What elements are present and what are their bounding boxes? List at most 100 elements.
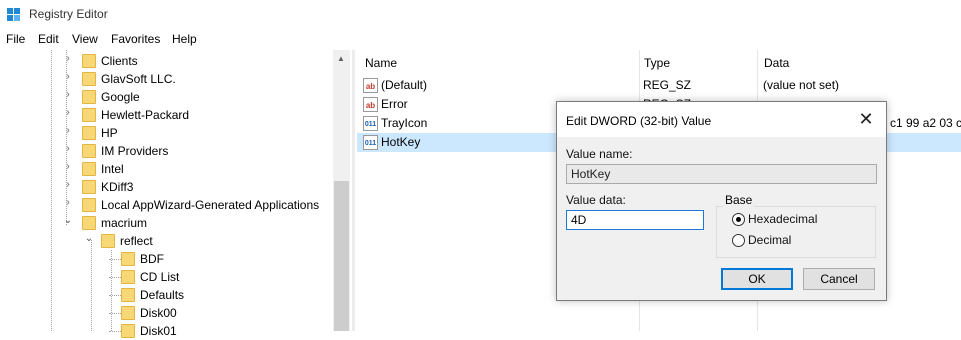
value-name: HotKey	[381, 135, 421, 149]
tree-item-label: KDiff3	[101, 180, 134, 194]
folder-icon	[121, 324, 135, 338]
decimal-radio[interactable]	[732, 234, 745, 247]
folder-icon	[82, 54, 96, 68]
tree-item-disk00[interactable]: Disk00	[0, 304, 333, 322]
value-name: (Default)	[381, 78, 428, 92]
tree-item-hewlett-packard[interactable]: › Hewlett-Packard	[0, 106, 333, 124]
registry-editor-icon	[7, 8, 23, 24]
tree-item-label: Intel	[101, 162, 124, 176]
chevron-right-icon[interactable]: ›	[63, 179, 73, 190]
tree-item-label: BDF	[140, 252, 164, 266]
folder-icon	[121, 252, 135, 266]
dialog-title-bar: Edit DWORD (32-bit) Value ✕	[557, 102, 886, 137]
tree-item-intel[interactable]: › Intel	[0, 160, 333, 178]
value-row[interactable]: ab (Default) REG_SZ (value not set)	[357, 76, 961, 95]
chevron-right-icon[interactable]: ›	[63, 53, 73, 64]
folder-icon	[82, 108, 96, 122]
scroll-up-icon[interactable]: ▲	[337, 54, 345, 63]
menu-file[interactable]: File	[6, 32, 25, 46]
tree-item-hp[interactable]: › HP	[0, 124, 333, 142]
base-label: Base	[723, 193, 755, 207]
folder-icon	[121, 270, 135, 284]
value-name: Error	[381, 97, 408, 111]
folder-icon	[82, 126, 96, 140]
chevron-right-icon[interactable]: ›	[63, 107, 73, 118]
tree-item-google[interactable]: › Google	[0, 88, 333, 106]
chevron-right-icon[interactable]: ›	[63, 197, 73, 208]
menu-help[interactable]: Help	[172, 32, 197, 46]
value-data-label: Value data:	[566, 193, 626, 207]
tree-item-defaults[interactable]: Defaults	[0, 286, 333, 304]
tree-item-label: reflect	[120, 234, 153, 248]
value-data: c1 99 a2 03 c3	[890, 116, 961, 130]
tree-item-label: Google	[101, 90, 140, 104]
chevron-down-icon[interactable]: ⌄	[63, 215, 73, 226]
column-header-name[interactable]: Name	[365, 56, 397, 70]
chevron-right-icon[interactable]: ›	[63, 89, 73, 100]
tree-item-cd-list[interactable]: CD List	[0, 268, 333, 286]
menu-view[interactable]: View	[72, 32, 98, 46]
tree-item-label: Local AppWizard-Generated Applications	[101, 198, 320, 212]
binary-value-icon: 011	[363, 116, 378, 131]
value-name-label: Value name:	[566, 147, 633, 161]
tree-item-clients[interactable]: › Clients	[0, 52, 333, 70]
tree-item-label: Disk01	[140, 324, 177, 338]
edit-dword-dialog: Edit DWORD (32-bit) Value ✕ Value name: …	[556, 101, 887, 301]
hexadecimal-label[interactable]: Hexadecimal	[748, 212, 817, 226]
binary-value-icon: 011	[363, 135, 378, 150]
column-header-data[interactable]: Data	[764, 56, 789, 70]
decimal-label[interactable]: Decimal	[748, 233, 791, 247]
folder-icon	[121, 288, 135, 302]
tree-item-kdiff3[interactable]: › KDiff3	[0, 178, 333, 196]
cancel-button[interactable]: Cancel	[803, 268, 875, 290]
folder-icon	[101, 234, 115, 248]
ok-button[interactable]: OK	[721, 268, 793, 290]
chevron-right-icon[interactable]: ›	[63, 125, 73, 136]
menu-edit[interactable]: Edit	[38, 32, 59, 46]
tree-item-label: Hewlett-Packard	[101, 108, 190, 122]
tree-item-glavsoft-llc-[interactable]: › GlavSoft LLC.	[0, 70, 333, 88]
tree-item-disk01[interactable]: Disk01	[0, 322, 333, 340]
tree-item-local-appwizard-generated-applications[interactable]: › Local AppWizard-Generated Applications	[0, 196, 333, 214]
menu-favorites[interactable]: Favorites	[111, 32, 160, 46]
folder-icon	[82, 198, 96, 212]
chevron-right-icon[interactable]: ›	[63, 71, 73, 82]
value-name: TrayIcon	[381, 116, 428, 130]
chevron-down-icon[interactable]: ⌄	[84, 233, 94, 244]
tree-item-label: GlavSoft LLC.	[101, 72, 176, 86]
value-data-input[interactable]: 4D	[566, 210, 704, 230]
menu-bar: File Edit View Favorites Help	[0, 30, 961, 50]
tree-item-label: Disk00	[140, 306, 177, 320]
dialog-title: Edit DWORD (32-bit) Value	[566, 114, 712, 128]
folder-icon	[82, 162, 96, 176]
value-data: (value not set)	[763, 78, 840, 92]
close-icon[interactable]: ✕	[853, 108, 879, 132]
tree-item-label: CD List	[140, 270, 180, 284]
column-header-type[interactable]: Type	[644, 56, 670, 70]
folder-icon	[82, 90, 96, 104]
hexadecimal-radio[interactable]	[732, 213, 745, 226]
window-title: Registry Editor	[29, 7, 108, 21]
folder-icon	[82, 180, 96, 194]
folder-icon	[82, 216, 96, 230]
tree-item-label: HP	[101, 126, 118, 140]
title-bar: Registry Editor	[0, 0, 961, 30]
value-type: REG_SZ	[643, 78, 692, 92]
tree-item-macrium[interactable]: ⌄ macrium	[0, 214, 333, 232]
tree-item-label: Clients	[101, 54, 138, 68]
folder-icon	[82, 144, 96, 158]
tree-item-im-providers[interactable]: › IM Providers	[0, 142, 333, 160]
tree-item-label: IM Providers	[101, 144, 169, 158]
chevron-right-icon[interactable]: ›	[63, 143, 73, 154]
tree-item-bdf[interactable]: BDF	[0, 250, 333, 268]
value-name-field: HotKey	[566, 164, 877, 184]
folder-icon	[121, 306, 135, 320]
string-value-icon: ab	[363, 97, 378, 112]
folder-icon	[82, 72, 96, 86]
tree-item-reflect[interactable]: ⌄ reflect	[0, 232, 333, 250]
string-value-icon: ab	[363, 78, 378, 93]
chevron-right-icon[interactable]: ›	[63, 161, 73, 172]
tree-scrollbar[interactable]: ▲	[333, 50, 350, 331]
scrollbar-thumb[interactable]	[334, 181, 349, 331]
tree-item-label: macrium	[101, 216, 148, 230]
